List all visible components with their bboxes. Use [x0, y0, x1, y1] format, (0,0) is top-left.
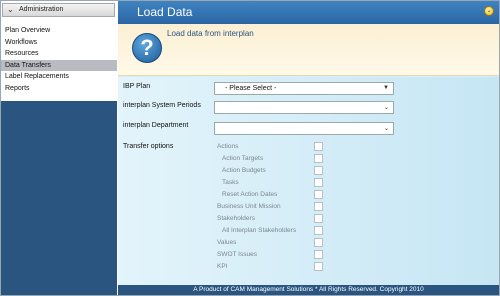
ibp-plan-select[interactable]: - Please Select - ▼ [214, 82, 394, 95]
sidebar: ⌄ Administration Plan Overview Workflows… [1, 1, 117, 295]
department-select[interactable]: ⌄ [214, 122, 394, 135]
sidebar-panel: ⌄ Administration Plan Overview Workflows… [1, 1, 117, 101]
info-banner: ? Load data from interplan [118, 24, 499, 76]
option-action-budgets-label: Action Budgets [222, 167, 266, 174]
option-business-unit-mission-checkbox[interactable] [314, 202, 323, 211]
option-stakeholders-label: Stakeholders [217, 215, 255, 222]
department-label: interplan Department [123, 122, 189, 129]
option-business-unit-mission-label: Business Unit Mission [217, 203, 281, 210]
option-reset-action-dates-checkbox[interactable] [314, 190, 323, 199]
footer-copyright: A Product of CAM Management Solutions * … [118, 285, 499, 295]
sidebar-item-data-transfers[interactable]: Data Transfers [1, 59, 117, 71]
sidebar-item-workflows[interactable]: Workflows [1, 37, 117, 49]
option-tasks-label: Tasks [222, 179, 239, 186]
option-action-targets-checkbox[interactable] [314, 154, 323, 163]
banner-subtitle: Load data from interplan [167, 29, 254, 38]
option-all-interplan-stakeholders-label: All Interplan Stakeholders [222, 227, 297, 234]
chevron-down-icon[interactable]: ⌄ [7, 5, 14, 14]
option-swot-issues-label: SWOT Issues [217, 251, 257, 258]
help-icon: ? [132, 33, 162, 63]
collapse-icon[interactable]: ⌄ [484, 6, 494, 16]
option-swot-issues-checkbox[interactable] [314, 250, 323, 259]
ibp-plan-label: IBP Plan [123, 83, 151, 90]
system-periods-label: interplan System Periods [123, 102, 201, 109]
option-all-interplan-stakeholders-checkbox[interactable] [314, 226, 323, 235]
sidebar-item-plan-overview[interactable]: Plan Overview [1, 25, 117, 37]
title-bar: Load Data ⌄ [118, 1, 499, 24]
system-periods-select[interactable]: ⌄ [214, 101, 394, 114]
dropdown-arrow-icon: ▼ [383, 85, 389, 91]
option-reset-action-dates-label: Reset Action Dates [222, 191, 278, 198]
option-tasks-checkbox[interactable] [314, 178, 323, 187]
sidebar-item-label-replacements[interactable]: Label Replacements [1, 71, 117, 83]
option-kpi-label: KPI [217, 263, 228, 270]
option-actions-label: Actions [217, 143, 239, 150]
dropdown-arrow-icon: ⌄ [383, 105, 389, 111]
option-actions-checkbox[interactable] [314, 142, 323, 151]
option-stakeholders-checkbox[interactable] [314, 214, 323, 223]
sidebar-item-resources[interactable]: Resources [1, 48, 117, 60]
sidebar-menu: Plan Overview Workflows Resources Data T… [1, 25, 117, 94]
option-action-targets-label: Action Targets [222, 155, 264, 162]
sidebar-item-reports[interactable]: Reports [1, 83, 117, 95]
option-action-budgets-checkbox[interactable] [314, 166, 323, 175]
page-title: Load Data [137, 5, 193, 19]
transfer-options-label: Transfer options [123, 143, 174, 150]
sidebar-header[interactable]: ⌄ Administration [2, 3, 115, 17]
option-values-checkbox[interactable] [314, 238, 323, 247]
option-values-label: Values [217, 239, 237, 246]
dropdown-arrow-icon: ⌄ [383, 126, 389, 132]
main-panel: Load Data ⌄ ? Load data from interplan I… [118, 1, 499, 295]
load-data-form: IBP Plan - Please Select - ▼ interplan S… [118, 77, 499, 287]
option-kpi-checkbox[interactable] [314, 262, 323, 271]
ibp-plan-value: - Please Select - [225, 85, 277, 92]
sidebar-header-title: Administration [19, 6, 64, 13]
